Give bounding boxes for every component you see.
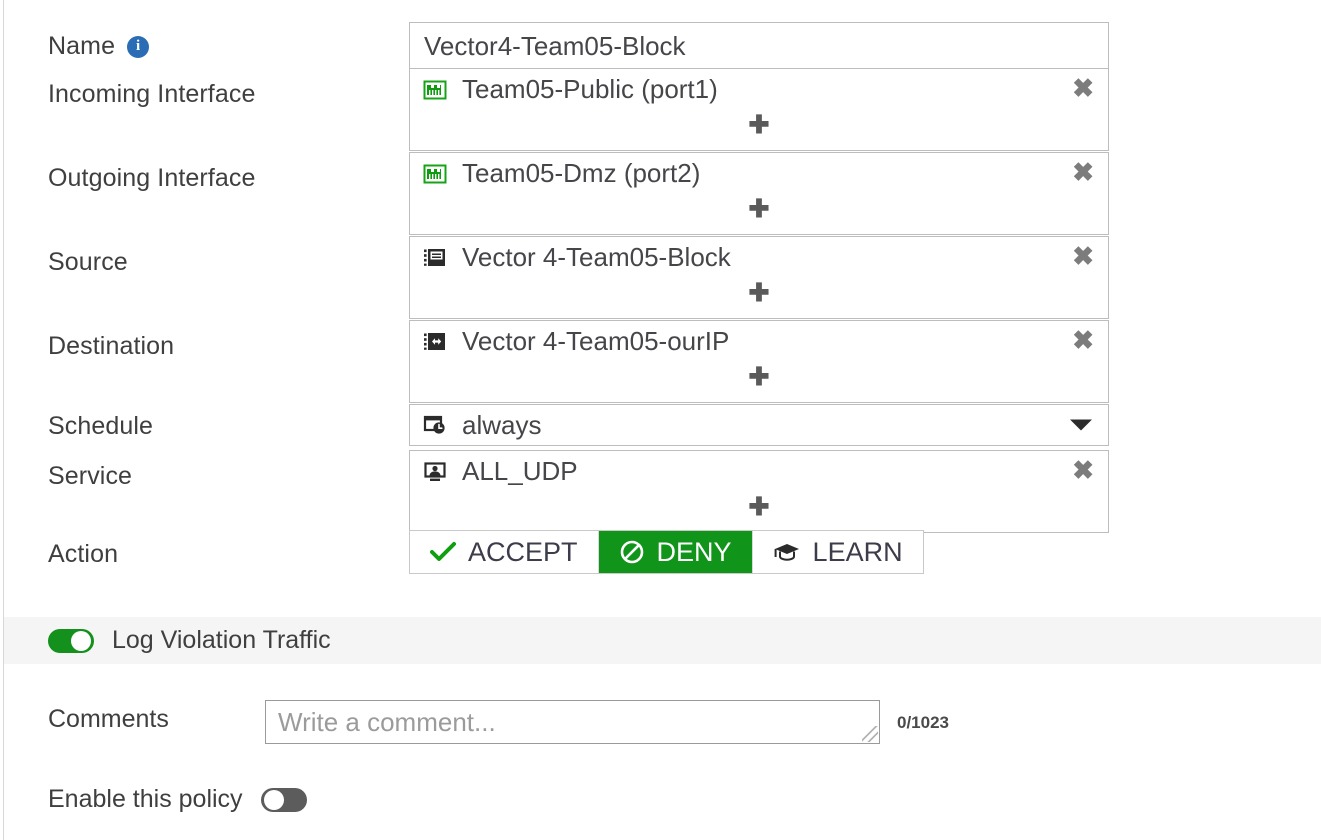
info-icon[interactable]: i <box>127 35 150 58</box>
remove-outgoing-interface-button[interactable]: ✖ <box>1072 159 1094 185</box>
outgoing-interface-label: Outgoing Interface <box>48 164 256 192</box>
incoming-interface-box[interactable]: Team05-Public (port1) ✖ ✚ <box>409 68 1109 151</box>
destination-box[interactable]: Vector 4-Team05-ourIP ✖ ✚ <box>409 320 1109 403</box>
incoming-interface-label: Incoming Interface <box>48 80 256 108</box>
remove-incoming-interface-button[interactable]: ✖ <box>1072 75 1094 101</box>
source-box[interactable]: Vector 4-Team05-Block ✖ ✚ <box>409 236 1109 319</box>
schedule-dropdown[interactable]: always <box>409 404 1109 446</box>
outgoing-interface-box[interactable]: Team05-Dmz (port2) ✖ ✚ <box>409 152 1109 235</box>
action-option-accept[interactable]: ACCEPT <box>410 531 598 573</box>
add-service-button[interactable]: ✚ <box>410 489 1108 532</box>
service-label: Service <box>48 462 133 490</box>
name-input-value: Vector4-Team05-Block <box>424 31 686 61</box>
source-value: Vector 4-Team05-Block <box>462 242 731 272</box>
destination-value: Vector 4-Team05-ourIP <box>462 326 730 356</box>
schedule-selected-row[interactable]: always <box>410 405 1108 445</box>
address-object-icon <box>422 245 448 271</box>
comments-placeholder: Write a comment... <box>278 707 496 737</box>
action-label: Action <box>48 540 119 568</box>
toggle-knob <box>71 630 91 651</box>
name-label: Name i <box>48 32 150 61</box>
outgoing-interface-chip[interactable]: Team05-Dmz (port2) ✖ <box>410 153 1108 191</box>
name-input[interactable]: Vector4-Team05-Block <box>409 22 1109 71</box>
name-label-text: Name <box>48 32 116 60</box>
service-monitor-icon <box>422 459 448 485</box>
outgoing-interface-value: Team05-Dmz (port2) <box>462 158 701 188</box>
schedule-value: always <box>462 409 542 440</box>
incoming-interface-chip[interactable]: Team05-Public (port1) ✖ <box>410 69 1108 107</box>
add-outgoing-interface-button[interactable]: ✚ <box>410 191 1108 234</box>
network-port-icon <box>422 77 448 103</box>
left-border-rail <box>3 0 4 840</box>
deny-circle-slash-icon <box>619 539 645 565</box>
comments-character-counter: 0/1023 <box>897 713 949 732</box>
chevron-down-icon[interactable] <box>1070 419 1092 431</box>
network-port-icon <box>422 161 448 187</box>
action-option-learn[interactable]: LEARN <box>752 531 923 573</box>
ip-range-icon <box>422 329 448 355</box>
comments-label: Comments <box>48 705 169 733</box>
service-value: ALL_UDP <box>462 456 578 486</box>
toggle-knob <box>263 789 284 810</box>
action-segmented-control: ACCEPT DENY LEARN <box>409 530 924 574</box>
enable-policy-toggle[interactable] <box>260 787 307 812</box>
firewall-policy-form: Name i Vector4-Team05-Block Incoming Int… <box>0 0 1321 840</box>
action-option-deny[interactable]: DENY <box>598 531 752 573</box>
action-option-learn-label: LEARN <box>812 536 903 567</box>
action-option-accept-label: ACCEPT <box>468 536 578 567</box>
comments-input[interactable]: Write a comment... <box>265 700 880 744</box>
graduation-cap-icon <box>773 541 801 563</box>
check-icon <box>430 541 456 563</box>
schedule-label: Schedule <box>48 412 154 440</box>
destination-chip[interactable]: Vector 4-Team05-ourIP ✖ <box>410 321 1108 359</box>
service-chip[interactable]: ALL_UDP ✖ <box>410 451 1108 489</box>
remove-destination-button[interactable]: ✖ <box>1072 327 1094 353</box>
calendar-clock-icon <box>422 412 448 438</box>
service-box[interactable]: ALL_UDP ✖ ✚ <box>409 450 1109 533</box>
source-chip[interactable]: Vector 4-Team05-Block ✖ <box>410 237 1108 275</box>
log-violation-traffic-label: Log Violation Traffic <box>112 626 331 654</box>
incoming-interface-value: Team05-Public (port1) <box>462 74 718 104</box>
add-destination-button[interactable]: ✚ <box>410 359 1108 402</box>
enable-policy-label: Enable this policy <box>48 785 243 813</box>
remove-source-button[interactable]: ✖ <box>1072 243 1094 269</box>
destination-label: Destination <box>48 332 175 360</box>
action-option-deny-label: DENY <box>656 536 732 567</box>
log-violation-traffic-row: Log Violation Traffic <box>4 617 1321 664</box>
remove-service-button[interactable]: ✖ <box>1072 457 1094 483</box>
add-incoming-interface-button[interactable]: ✚ <box>410 107 1108 150</box>
resize-grip-icon[interactable] <box>862 726 878 742</box>
log-violation-traffic-toggle[interactable] <box>48 628 94 653</box>
add-source-button[interactable]: ✚ <box>410 275 1108 318</box>
enable-policy-row: Enable this policy <box>48 785 307 814</box>
source-label: Source <box>48 248 128 276</box>
